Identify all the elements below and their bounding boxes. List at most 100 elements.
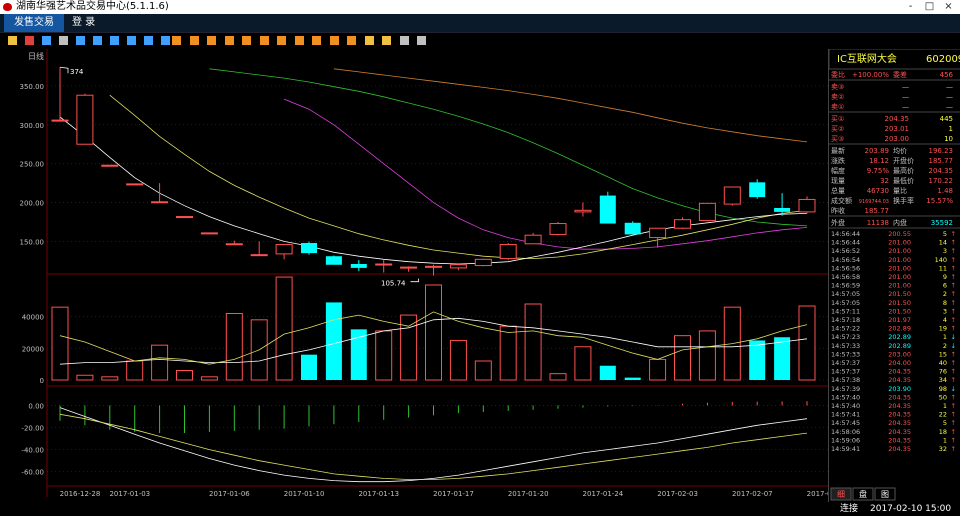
date-tick-label: 2017-02-07	[732, 490, 773, 498]
maximize-button[interactable]: □	[924, 2, 935, 12]
candle	[499, 243, 517, 261]
tick-price: 204.35	[888, 411, 911, 419]
tick-arrow: ↑	[951, 428, 956, 436]
panel-tab-2[interactable]: 图	[874, 487, 896, 501]
window-title: 湖南华强艺术品交易中心(5.1.1.6)	[16, 1, 169, 12]
tick-time: 14:57:23	[831, 333, 860, 341]
candle	[275, 244, 293, 260]
x-icon[interactable]	[161, 36, 170, 45]
candle-body	[101, 164, 119, 167]
candle	[524, 232, 542, 245]
stat-label: 均价	[893, 146, 907, 155]
minimize-button[interactable]: -	[905, 2, 916, 12]
volume-bar	[499, 325, 517, 381]
draw-icon[interactable]	[399, 36, 409, 45]
date-tick-label: 2017-02-03	[657, 490, 698, 498]
tick-time: 14:56:44	[831, 239, 860, 247]
candle	[375, 260, 393, 273]
candle-body	[649, 227, 667, 239]
o11-icon[interactable]	[347, 36, 356, 45]
o6-icon[interactable]	[259, 36, 269, 45]
max-label: 374	[70, 68, 84, 76]
o3-icon[interactable]	[207, 36, 216, 45]
macd-tick-label: -40.00	[21, 447, 44, 455]
tick-price: 202.89	[888, 342, 911, 350]
weicha-label: 委差	[893, 70, 907, 79]
tick-time: 14:57:05	[831, 299, 860, 307]
candle	[698, 202, 716, 222]
tick-volume: 19	[939, 325, 947, 333]
price-tick-label: 250.00	[20, 161, 45, 169]
volume-bar	[599, 365, 616, 380]
tick-time: 14:57:22	[831, 325, 860, 333]
f2-icon[interactable]	[110, 36, 119, 45]
candle-body	[301, 243, 317, 254]
menu-item-login[interactable]: 登 录	[72, 14, 132, 32]
menu-item-fashou[interactable]: 发售交易	[4, 14, 64, 32]
gear-icon[interactable]	[417, 36, 426, 45]
stat-value: 9169744.03	[859, 199, 889, 205]
candle	[649, 227, 667, 248]
tick-price: 204.35	[888, 368, 911, 376]
close-button[interactable]: ×	[943, 2, 954, 12]
tick-time: 14:57:40	[831, 393, 860, 401]
tick-price: 201.00	[888, 239, 911, 247]
buy-label: 买③	[831, 135, 844, 143]
f3-icon[interactable]	[127, 36, 136, 45]
tick-arrow: ↑	[951, 264, 956, 272]
o4-icon[interactable]	[224, 36, 234, 45]
volume-bar	[474, 360, 492, 381]
o10-icon[interactable]	[329, 36, 339, 45]
volume-bar	[624, 377, 641, 380]
candle-body	[275, 244, 293, 255]
volume-bar	[425, 284, 442, 381]
candle	[101, 164, 119, 167]
volume-bar	[126, 360, 144, 381]
zoom-in-icon[interactable]	[364, 36, 374, 45]
f1-icon[interactable]	[93, 36, 102, 45]
buy-price: 203.01	[885, 125, 910, 133]
volume-bar	[549, 373, 567, 381]
tick-price: 204.35	[888, 445, 911, 453]
tick-arrow: ↑	[951, 282, 956, 290]
candle	[798, 196, 816, 214]
o7-icon[interactable]	[277, 36, 286, 45]
tick-price: 204.35	[888, 402, 911, 410]
table-icon[interactable]	[59, 36, 68, 45]
stat-label: 最新	[831, 146, 845, 155]
candle	[126, 183, 144, 186]
menu-bar: 发售交易 登 录	[0, 14, 960, 33]
ma-line-magenta	[283, 98, 808, 250]
o9-icon[interactable]	[312, 36, 321, 45]
tick-price: 204.35	[888, 428, 911, 436]
chart-area: 350.00 300.00 250.00 200.00 150.00 40000 20000…	[20, 49, 828, 498]
stat-label: 换手率	[893, 196, 914, 205]
volume-bar	[375, 330, 393, 381]
volume-bar	[798, 305, 816, 381]
line-chart-icon[interactable]	[25, 36, 34, 45]
grid-icon[interactable]	[76, 36, 85, 45]
o8-icon[interactable]	[294, 36, 304, 45]
volume-bar	[524, 303, 542, 381]
tick-time: 14:57:33	[831, 342, 860, 350]
tick-price: 201.00	[888, 256, 911, 264]
price-tick-label: 150.00	[20, 238, 45, 246]
tick-volume: 32	[939, 445, 947, 453]
bar-chart-icon[interactable]	[8, 36, 17, 45]
tick-volume: 11	[939, 264, 947, 272]
k-line-icon[interactable]	[42, 36, 51, 45]
stat-value: 9.75%	[867, 167, 890, 175]
tick-price: 201.00	[888, 273, 911, 281]
f4-icon[interactable]	[144, 36, 153, 45]
tick-price: 204.35	[888, 376, 911, 384]
candle	[723, 186, 741, 206]
panel-tab-0[interactable]: 细	[830, 487, 852, 501]
o2-icon[interactable]	[189, 36, 199, 45]
candle-body	[698, 202, 716, 221]
candle-body	[774, 208, 791, 212]
o5-icon[interactable]	[242, 36, 251, 45]
buy-price: 204.35	[885, 115, 910, 123]
zoom-out-icon[interactable]	[382, 36, 391, 45]
o1-icon[interactable]	[172, 36, 181, 45]
panel-tab-1[interactable]: 盘	[852, 487, 874, 501]
